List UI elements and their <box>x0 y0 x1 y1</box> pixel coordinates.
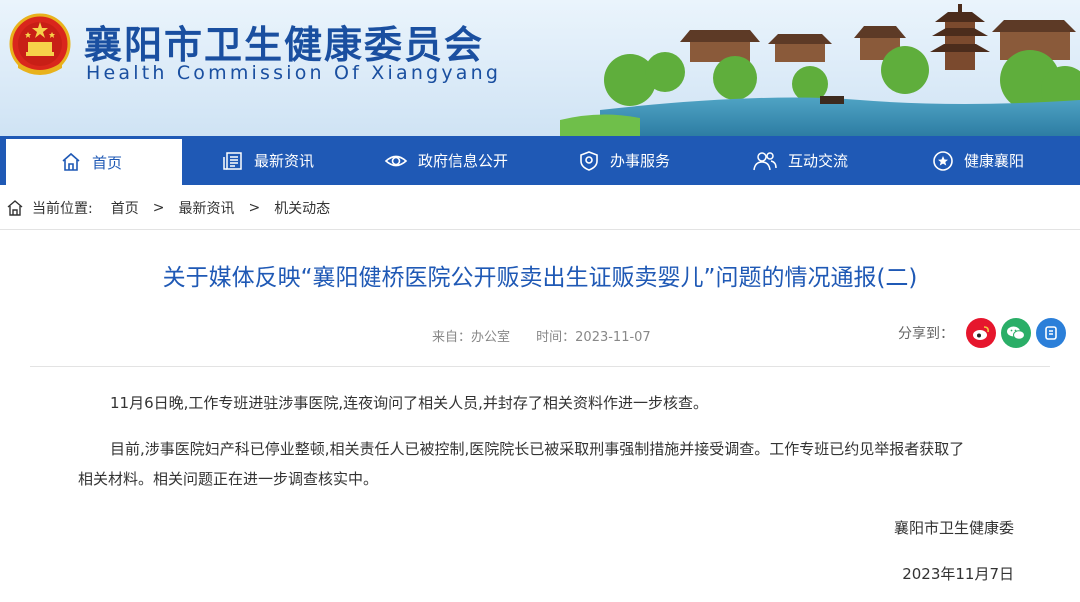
qzone-share-button[interactable] <box>1036 318 1066 348</box>
weibo-share-button[interactable] <box>966 318 996 348</box>
article-paragraph: 11月6日晚,工作专班进驻涉事医院,连夜询问了相关人员,并封存了相关资料作进一步… <box>110 394 708 412</box>
breadcrumb-link-home[interactable]: 首页 <box>111 198 139 218</box>
share-label: 分享到： <box>898 326 954 342</box>
article-paragraph: 相关材料。相关问题正在进一步调查核实中。 <box>78 470 379 488</box>
nav-item-home[interactable]: 首页 <box>6 136 182 185</box>
main-nav: 首页 最新资讯 政府信息公开 办事服务 互动交流 健康襄阳 <box>0 136 1080 185</box>
nav-item-label: 政府信息公开 <box>418 152 509 170</box>
breadcrumb-link-agency-news[interactable]: 机关动态 <box>274 198 330 218</box>
breadcrumb-link-news[interactable]: 最新资讯 <box>178 198 234 218</box>
breadcrumb-divider <box>0 229 1080 230</box>
badge-icon <box>933 150 953 171</box>
breadcrumb-separator: > <box>248 200 261 216</box>
nav-item-label: 互动交流 <box>788 152 849 170</box>
national-emblem-icon <box>9 13 71 75</box>
site-subtitle: Health Commission Of Xiangyang <box>86 62 502 84</box>
article-paragraph: 目前,涉事医院妇产科已停业整顿,相关责任人已被控制,医院院长已被采取刑事强制措施… <box>110 440 965 458</box>
site-header: 襄阳市卫生健康委员会 Health Commission Of Xiangyan… <box>0 0 1080 136</box>
news-icon <box>223 151 242 170</box>
breadcrumb: 当前位置: 首页 > 最新资讯 > 机关动态 <box>6 197 330 219</box>
breadcrumb-separator: > <box>152 200 165 216</box>
article-time: 时间：2023-11-07 <box>536 330 651 345</box>
article-source: 来自：办公室 <box>432 330 511 345</box>
wechat-icon <box>1007 326 1025 340</box>
nav-item-healthy-xiangyang[interactable]: 健康襄阳 <box>932 136 1024 185</box>
shield-icon <box>580 150 598 171</box>
article-divider <box>30 366 1050 367</box>
nav-item-interaction[interactable]: 互动交流 <box>752 136 848 185</box>
nav-item-gov-info[interactable]: 政府信息公开 <box>384 136 508 185</box>
nav-item-label: 首页 <box>92 153 123 172</box>
article-date: 2023年11月7日 <box>902 565 1014 583</box>
nav-item-label: 最新资讯 <box>254 152 315 170</box>
nav-item-label: 健康襄阳 <box>964 152 1025 170</box>
nav-item-label: 办事服务 <box>610 152 671 170</box>
nav-item-services[interactable]: 办事服务 <box>578 136 670 185</box>
weibo-icon <box>973 326 989 340</box>
people-icon <box>753 151 777 170</box>
article-meta: 来自：办公室 时间：2023-11-07 <box>432 326 651 345</box>
city-scenery-banner <box>560 4 1080 136</box>
eye-icon <box>384 155 408 166</box>
home-icon <box>7 200 23 216</box>
home-icon <box>62 152 80 171</box>
nav-item-news[interactable]: 最新资讯 <box>222 136 314 185</box>
article-signature: 襄阳市卫生健康委 <box>893 519 1014 537</box>
share-bar: 分享到： <box>898 318 1071 348</box>
breadcrumb-prefix: 当前位置: <box>32 201 93 217</box>
wechat-share-button[interactable] <box>1001 318 1031 348</box>
article-title: 关于媒体反映“襄阳健桥医院公开贩卖出生证贩卖婴儿”问题的情况通报(二) <box>162 265 918 291</box>
site-title: 襄阳市卫生健康委员会 <box>84 22 485 67</box>
qzone-icon <box>1045 326 1057 340</box>
